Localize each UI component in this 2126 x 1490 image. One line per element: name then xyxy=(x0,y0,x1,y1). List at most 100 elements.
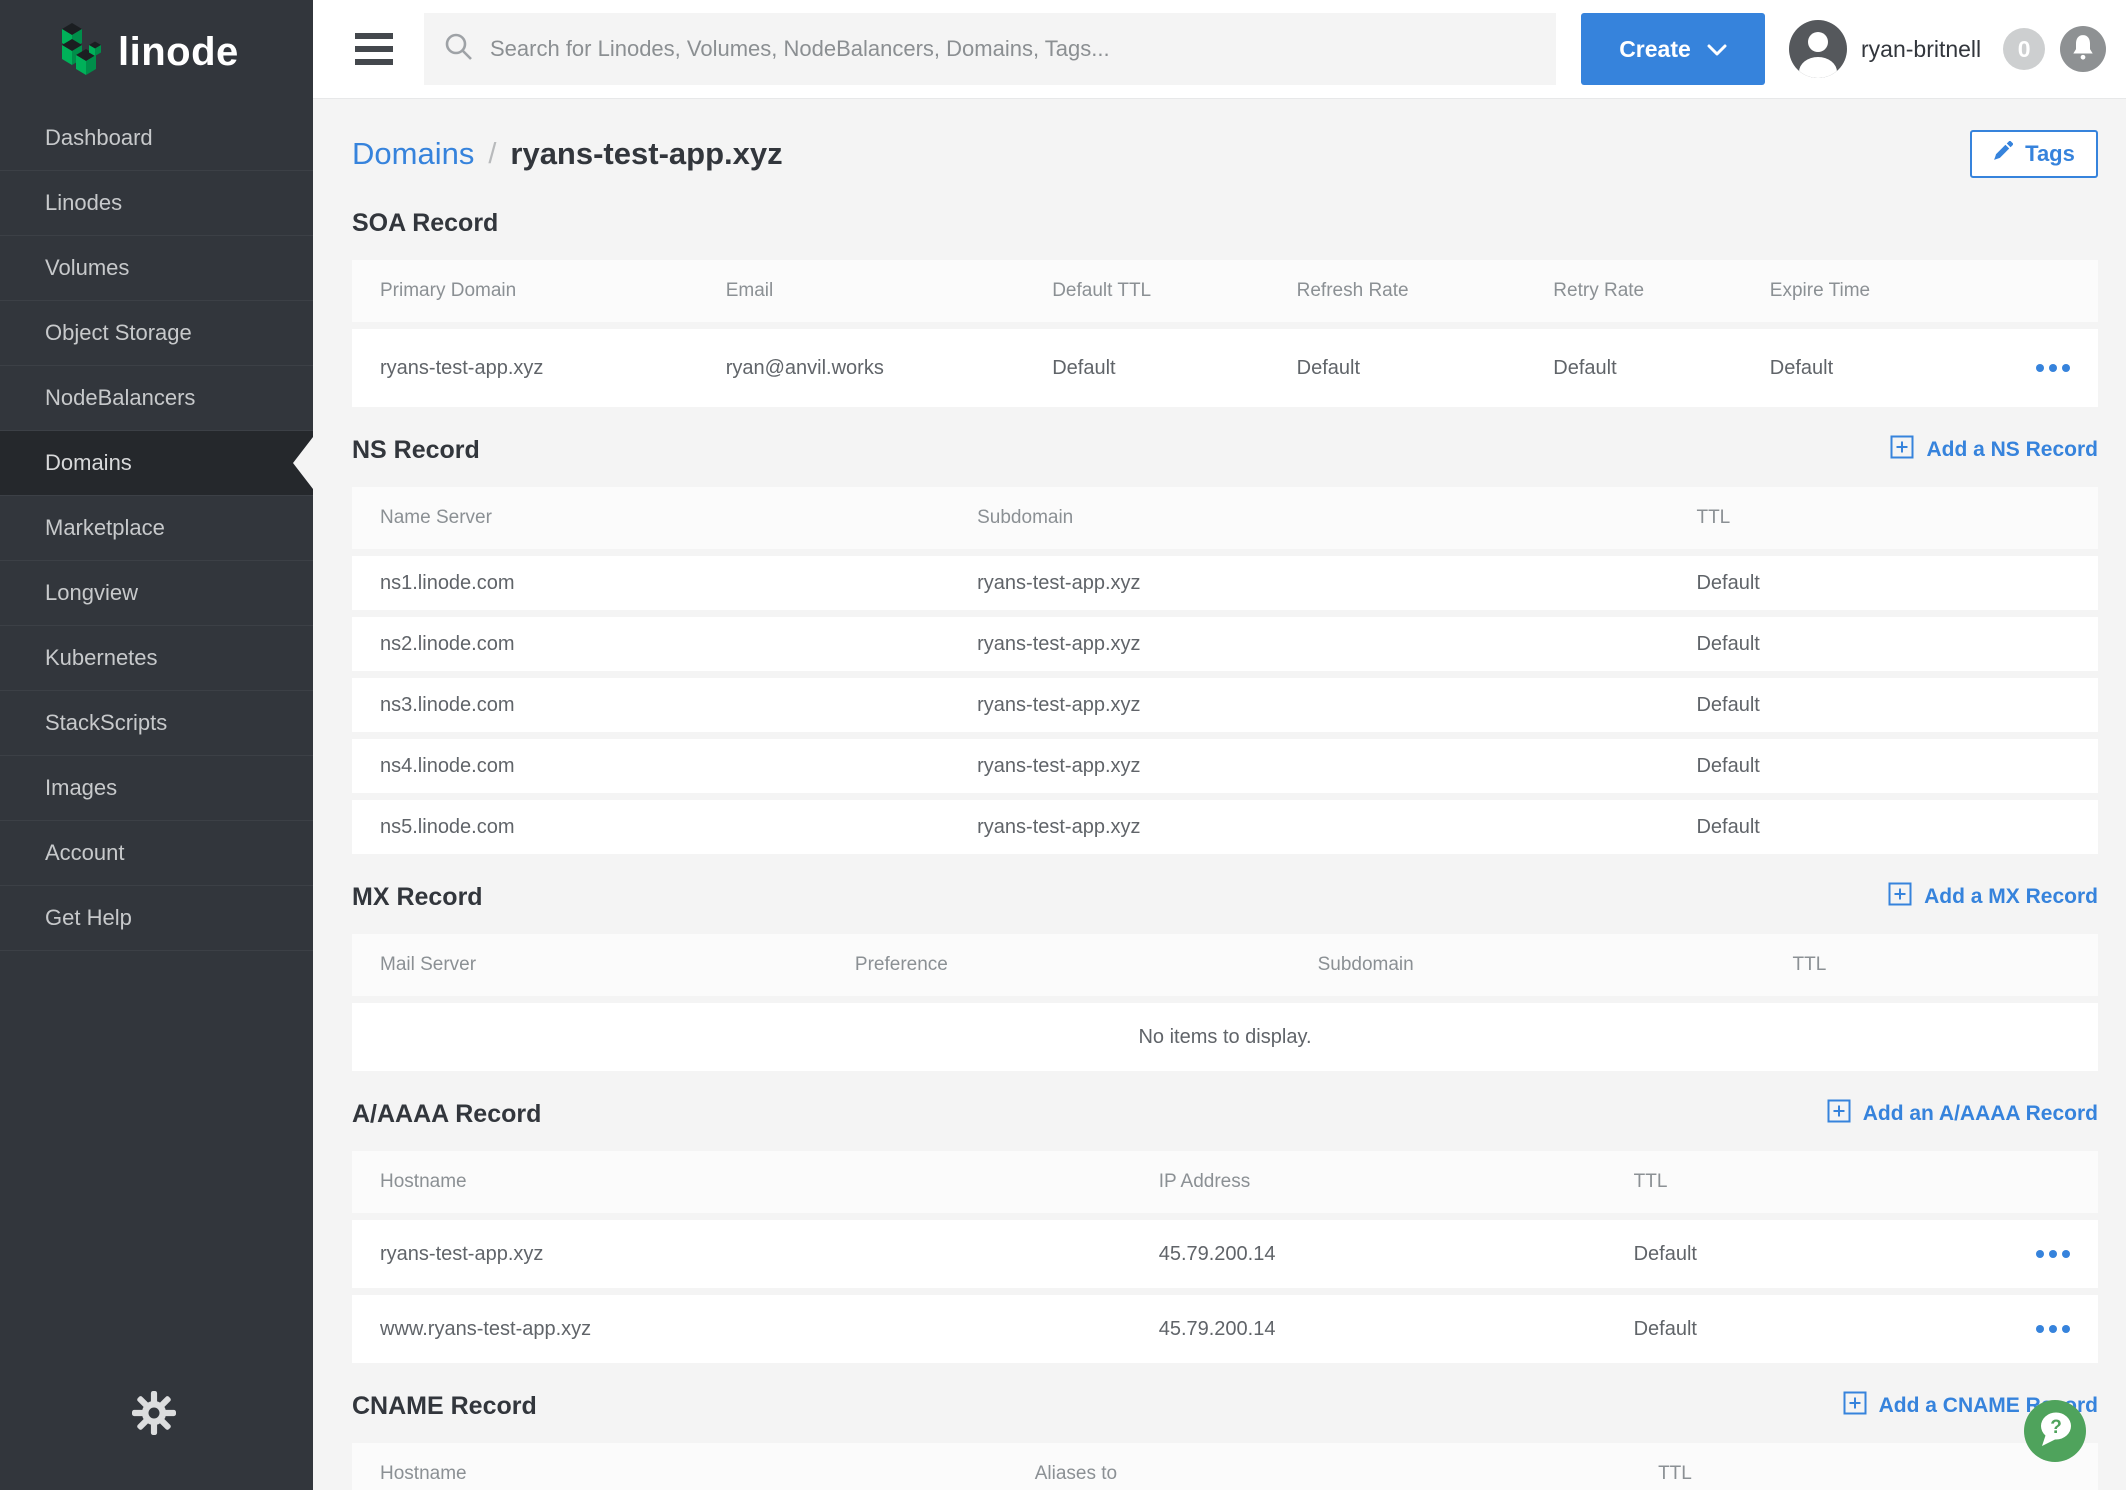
a-hostname: ryans-test-app.xyz xyxy=(352,1243,1131,1266)
add-mx-record-label: Add a MX Record xyxy=(1924,885,2098,909)
a-ip-address: 45.79.200.14 xyxy=(1131,1318,1606,1341)
ns-ttl: Default xyxy=(1668,755,2098,778)
ns-section-header: NS Record Add a NS Record xyxy=(352,431,2098,469)
username-label[interactable]: ryan-britnell xyxy=(1861,36,1981,63)
ns-section-title: NS Record xyxy=(352,436,480,465)
column-header: Hostname xyxy=(352,1463,1007,1485)
ns-name-server: ns5.linode.com xyxy=(352,816,949,839)
sidebar-item-nodebalancers[interactable]: NodeBalancers xyxy=(0,366,313,431)
cname-section-title: CNAME Record xyxy=(352,1392,537,1421)
main-content: Domains / ryans-test-app.xyz Tags SOA Re… xyxy=(313,98,2126,1490)
table-row: ryans-test-app.xyz ryan@anvil.works Defa… xyxy=(352,329,2098,407)
page-title: ryans-test-app.xyz xyxy=(510,136,782,172)
ns-table-header: Name Server Subdomain TTL xyxy=(352,487,2098,549)
table-row: ryans-test-app.xyz 45.79.200.14 Default xyxy=(352,1220,2098,1288)
column-header: Subdomain xyxy=(1290,954,1765,976)
sidebar-item-images[interactable]: Images xyxy=(0,756,313,821)
sidebar-item-linodes[interactable]: Linodes xyxy=(0,171,313,236)
active-item-notch xyxy=(293,437,313,489)
brand-name: linode xyxy=(118,30,239,75)
column-header: TTL xyxy=(1630,1463,2098,1485)
column-header: Expire Time xyxy=(1742,280,1976,302)
sidebar-item-kubernetes[interactable]: Kubernetes xyxy=(0,626,313,691)
sidebar-item-marketplace[interactable]: Marketplace xyxy=(0,496,313,561)
sidebar-item-get-help[interactable]: Get Help xyxy=(0,886,313,951)
column-header: Aliases to xyxy=(1007,1463,1630,1485)
column-header: Mail Server xyxy=(352,954,827,976)
ns-subdomain: ryans-test-app.xyz xyxy=(949,572,1668,595)
add-a-record-link[interactable]: Add an A/AAAA Record xyxy=(1827,1099,2098,1129)
cname-section-header: CNAME Record Add a CNAME Record xyxy=(352,1387,2098,1425)
sidebar-item-stackscripts[interactable]: StackScripts xyxy=(0,691,313,756)
column-header: TTL xyxy=(1606,1171,1976,1193)
ns-ttl: Default xyxy=(1668,633,2098,656)
column-header: Retry Rate xyxy=(1525,280,1742,302)
mx-empty-state: No items to display. xyxy=(352,1003,2098,1071)
soa-table-header: Primary Domain Email Default TTL Refresh… xyxy=(352,260,2098,322)
linode-logo[interactable]: linode xyxy=(0,0,313,104)
sidebar-item-object-storage[interactable]: Object Storage xyxy=(0,301,313,366)
plus-box-icon xyxy=(1843,1391,1867,1421)
plus-box-icon xyxy=(1888,882,1912,912)
column-header: Subdomain xyxy=(949,507,1668,529)
bell-icon xyxy=(2070,33,2096,66)
sidebar-item-account[interactable]: Account xyxy=(0,821,313,886)
a-table-header: Hostname IP Address TTL xyxy=(352,1151,2098,1213)
search-icon xyxy=(444,32,474,67)
a-section-header: A/AAAA Record Add an A/AAAA Record xyxy=(352,1095,2098,1133)
help-speech-bubble-icon: ? xyxy=(2032,1406,2078,1457)
row-actions-menu-icon[interactable] xyxy=(2034,1317,2072,1341)
ns-name-server: ns1.linode.com xyxy=(352,572,949,595)
ns-ttl: Default xyxy=(1668,572,2098,595)
column-header: Email xyxy=(698,280,1025,302)
table-row: ns5.linode.com ryans-test-app.xyz Defaul… xyxy=(352,800,2098,854)
column-header: Default TTL xyxy=(1024,280,1268,302)
user-avatar[interactable] xyxy=(1789,20,1847,78)
cname-table-header: Hostname Aliases to TTL xyxy=(352,1443,2098,1490)
create-button[interactable]: Create xyxy=(1581,13,1765,85)
breadcrumb-separator: / xyxy=(488,138,496,171)
svg-text:?: ? xyxy=(2050,1417,2062,1438)
breadcrumb-domains-link[interactable]: Domains xyxy=(352,136,474,172)
soa-refresh-rate: Default xyxy=(1269,357,1526,380)
search-input[interactable] xyxy=(490,36,1536,62)
table-row: ns1.linode.com ryans-test-app.xyz Defaul… xyxy=(352,556,2098,610)
menu-toggle-button[interactable] xyxy=(355,33,393,65)
add-mx-record-link[interactable]: Add a MX Record xyxy=(1888,882,2098,912)
ns-name-server: ns3.linode.com xyxy=(352,694,949,717)
notification-count-badge[interactable]: 0 xyxy=(2003,28,2045,70)
mx-section-header: MX Record Add a MX Record xyxy=(352,878,2098,916)
ns-ttl: Default xyxy=(1668,694,2098,717)
sidebar-nav: Dashboard Linodes Volumes Object Storage… xyxy=(0,106,313,951)
sidebar: linode Dashboard Linodes Volumes Object … xyxy=(0,0,313,1490)
soa-default-ttl: Default xyxy=(1024,357,1268,380)
plus-box-icon xyxy=(1890,435,1914,465)
sidebar-item-domains[interactable]: Domains xyxy=(0,431,313,496)
row-actions-menu-icon[interactable] xyxy=(2034,1242,2072,1266)
soa-primary-domain: ryans-test-app.xyz xyxy=(352,357,698,380)
a-ttl: Default xyxy=(1606,1243,1976,1266)
sidebar-item-dashboard[interactable]: Dashboard xyxy=(0,106,313,171)
soa-section-header: SOA Record xyxy=(352,204,2098,242)
ns-name-server: ns2.linode.com xyxy=(352,633,949,656)
notifications-button[interactable] xyxy=(2060,26,2106,72)
soa-retry-rate: Default xyxy=(1525,357,1742,380)
row-actions-menu-icon[interactable] xyxy=(2034,356,2072,380)
sidebar-item-volumes[interactable]: Volumes xyxy=(0,236,313,301)
ns-subdomain: ryans-test-app.xyz xyxy=(949,816,1668,839)
global-search xyxy=(424,13,1556,85)
add-ns-record-link[interactable]: Add a NS Record xyxy=(1890,435,2098,465)
add-ns-record-label: Add a NS Record xyxy=(1926,438,2098,462)
column-header: Preference xyxy=(827,954,1290,976)
help-button[interactable]: ? xyxy=(2024,1400,2086,1462)
column-header: Name Server xyxy=(352,507,949,529)
a-section-title: A/AAAA Record xyxy=(352,1100,541,1129)
a-ttl: Default xyxy=(1606,1318,1976,1341)
sidebar-item-longview[interactable]: Longview xyxy=(0,561,313,626)
settings-button[interactable] xyxy=(121,1382,187,1448)
column-header: IP Address xyxy=(1131,1171,1606,1193)
topbar: Create ryan-britnell 0 xyxy=(313,0,2126,98)
gear-icon xyxy=(132,1391,176,1440)
tags-button[interactable]: Tags xyxy=(1970,130,2098,178)
add-a-record-label: Add an A/AAAA Record xyxy=(1863,1102,2098,1126)
